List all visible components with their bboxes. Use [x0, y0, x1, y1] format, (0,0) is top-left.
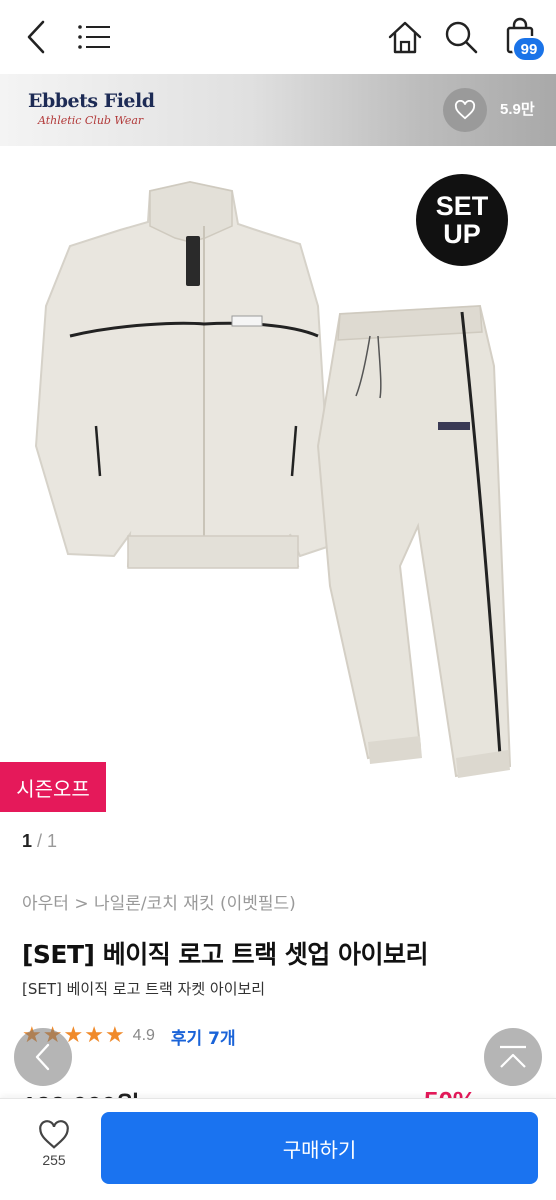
menu-lines-icon: [78, 25, 110, 49]
search-icon: [445, 21, 478, 54]
chevron-left-icon: [35, 1043, 50, 1071]
pager-separator: /: [32, 831, 48, 851]
review-count-link[interactable]: 후기 7개: [171, 1024, 236, 1049]
jacket-illustration: [34, 180, 332, 569]
product-title: [SET] 베이직 로고 트랙 셋업 아이보리: [22, 940, 429, 969]
setup-badge: SET UP: [416, 174, 508, 266]
pager-total: 1: [47, 831, 58, 851]
star-icon: ★: [104, 1023, 125, 1048]
scroll-top-button[interactable]: [484, 1028, 542, 1086]
brand-logo-main: Ebbets Field: [28, 90, 155, 112]
search-button[interactable]: [440, 16, 482, 58]
brand-like-count: 5.9만: [500, 101, 535, 118]
wish-count: 255: [42, 1152, 66, 1168]
menu-button[interactable]: [74, 16, 114, 58]
chevron-left-icon: [27, 20, 45, 54]
cart-count-badge: 99: [512, 36, 546, 62]
product-subtitle: [SET] 베이직 로고 트랙 자켓 아이보리: [22, 980, 266, 998]
star-icon: ★: [84, 1023, 104, 1048]
rating-value: 4.9: [132, 1027, 155, 1044]
setup-badge-line1: SET: [435, 191, 489, 221]
brand-like-button[interactable]: [443, 88, 487, 132]
top-nav-bar: 99: [0, 0, 556, 74]
home-button[interactable]: [384, 16, 426, 58]
heart-icon: [39, 1120, 69, 1149]
chevron-up-icon: [500, 1045, 526, 1068]
buy-button[interactable]: 구매하기: [101, 1112, 538, 1184]
home-icon: [388, 21, 422, 54]
category-breadcrumb[interactable]: 아우터 > 나일론/코치 재킷 (이벳필드): [22, 889, 296, 914]
floating-back-button[interactable]: [14, 1028, 72, 1086]
image-pager: 1 / 1: [22, 831, 57, 852]
back-button[interactable]: [14, 14, 58, 60]
wish-button[interactable]: 255: [24, 1120, 84, 1180]
pager-current: 1: [22, 831, 33, 851]
pants-illustration: [316, 304, 512, 778]
setup-badge-line2: UP: [443, 219, 481, 249]
brand-logo-sub: Athletic Club Wear: [38, 114, 144, 127]
season-off-tag: 시즌오프: [0, 762, 106, 812]
heart-icon: [454, 100, 476, 120]
brand-logo[interactable]: Ebbets Field Athletic Club Wear: [28, 90, 155, 134]
